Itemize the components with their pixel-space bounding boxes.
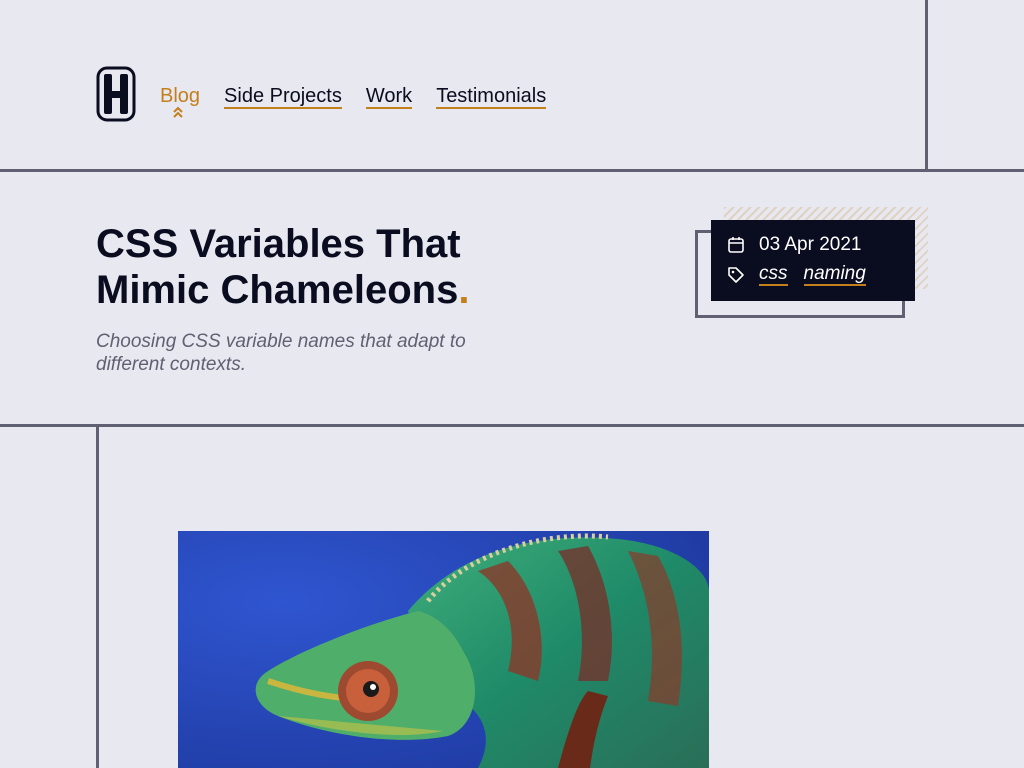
frame-line-vertical-bottom	[96, 424, 99, 768]
tag-icon	[728, 267, 744, 283]
nav-item-side-projects[interactable]: Side Projects	[224, 85, 342, 109]
hero-image	[178, 531, 709, 768]
nav-item-work[interactable]: Work	[365, 85, 413, 109]
calendar-icon	[728, 237, 744, 253]
chameleon-illustration	[178, 531, 709, 768]
page-subtitle: Choosing CSS variable names that adapt t…	[96, 331, 466, 375]
h-logo-icon[interactable]	[96, 66, 136, 122]
tag-link-naming[interactable]: naming	[803, 264, 866, 286]
title-line-2: Mimic Chameleons	[96, 268, 459, 312]
double-chevron-up-icon	[173, 106, 183, 118]
tags-row: css naming	[727, 260, 899, 290]
nav-item-label: Blog	[160, 85, 201, 107]
frame-line-horizontal-1	[0, 169, 1024, 172]
nav-item-blog[interactable]: Blog	[160, 85, 201, 118]
title-dot: .	[458, 268, 470, 312]
meta-card: 03 Apr 2021 css naming	[711, 220, 915, 301]
frame-line-horizontal-2	[0, 424, 1024, 427]
page-title: CSS Variables That Mimic Chameleons.	[96, 221, 556, 313]
date-row: 03 Apr 2021	[727, 230, 899, 260]
post-date: 03 Apr 2021	[759, 234, 862, 255]
title-line-1: CSS Variables That	[96, 222, 461, 266]
nav-item-testimonials[interactable]: Testimonials	[436, 85, 547, 109]
tag-link-css[interactable]: css	[759, 264, 788, 286]
main-nav: Blog Side Projects Work Testimonials	[160, 85, 547, 118]
frame-line-vertical-top	[925, 0, 928, 171]
